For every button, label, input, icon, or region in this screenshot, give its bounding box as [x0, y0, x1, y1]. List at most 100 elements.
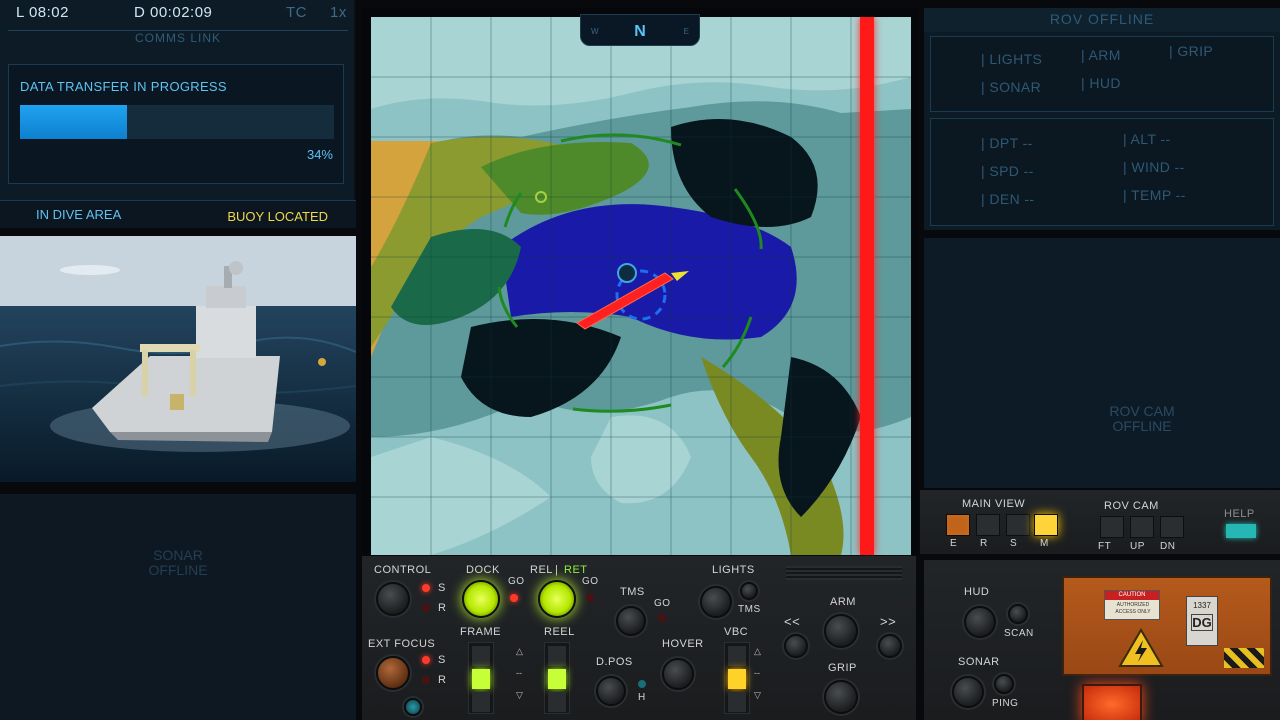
rov-readouts-box: | DPT -- | ALT -- | SPD -- | WIND -- | D…: [930, 118, 1274, 226]
ext-focus-s-label: S: [438, 654, 446, 666]
lights-knob[interactable]: [700, 586, 732, 618]
tms-go-label: GO: [654, 598, 671, 609]
tms-knob[interactable]: [616, 606, 646, 636]
view-r-label: R: [980, 538, 988, 549]
rel-ret-button[interactable]: [538, 580, 576, 618]
readout-density: | DEN --: [981, 191, 1035, 207]
buoy-status: BUOY LOCATED: [227, 209, 328, 224]
help-button[interactable]: [1226, 524, 1256, 538]
lights-tms-label: TMS: [738, 604, 761, 615]
caution-plate: CAUTION AUTHORIZED ACCESS ONLY 1337 DG: [1062, 576, 1272, 676]
ping-knob[interactable]: [994, 674, 1014, 694]
ship-scene-image: [0, 236, 356, 482]
dpos-h-led: [638, 680, 646, 688]
emergency-red-button[interactable]: [1082, 684, 1142, 720]
vbc-mid-dash: --: [754, 668, 760, 678]
readout-wind: | WIND --: [1123, 159, 1185, 175]
scan-knob[interactable]: [1008, 604, 1028, 624]
buoy-icon: [617, 263, 637, 283]
dock-label: DOCK: [466, 564, 500, 576]
readout-temperature: | TEMP --: [1123, 187, 1186, 203]
vbc-down-arrow: ▽: [754, 690, 761, 700]
ext-focus-label: EXT FOCUS: [368, 638, 436, 650]
rov-cam-ft-button[interactable]: [1100, 516, 1124, 538]
ext-focus-r-led: [422, 676, 430, 684]
arm-next-knob[interactable]: [878, 634, 902, 658]
dock-button[interactable]: [462, 580, 500, 618]
hover-knob[interactable]: [662, 658, 694, 690]
map-overlays: [497, 133, 763, 413]
lights-tms-knob[interactable]: [740, 582, 758, 600]
hud-knob[interactable]: [964, 606, 996, 638]
dive-area-status: IN DIVE AREA: [36, 207, 122, 222]
view-button-e[interactable]: [946, 514, 970, 536]
rov-cam-ft-label: FT: [1098, 541, 1112, 552]
caution-sticker-title: CAUTION: [1105, 591, 1159, 600]
id-tag: 1337 DG: [1186, 596, 1218, 646]
readout-altitude: | ALT --: [1123, 131, 1171, 147]
readout-speed: | SPD --: [981, 163, 1034, 179]
frame-toggle-mid: [472, 669, 490, 689]
frame-toggle-up: [472, 646, 490, 666]
view-button-s[interactable]: [1006, 514, 1030, 536]
arm-prev-knob[interactable]: [784, 634, 808, 658]
frame-down-arrow: ▽: [516, 690, 523, 700]
frame-toggle-down: [472, 692, 490, 712]
compass-east: E: [683, 27, 689, 36]
high-voltage-icon: [1118, 628, 1164, 667]
rov-cam-offline-line2: OFFLINE: [1112, 418, 1172, 434]
main-view-label: MAIN VIEW: [962, 498, 1026, 510]
frame-toggle[interactable]: [468, 642, 494, 714]
help-label: HELP: [1224, 508, 1255, 520]
rov-systems-box: | LIGHTS | ARM | GRIP | SONAR | HUD: [930, 36, 1274, 112]
reel-toggle[interactable]: [544, 642, 570, 714]
time-compression-label[interactable]: TC: [286, 4, 307, 21]
rov-cam-offline-text: ROV CAM OFFLINE: [1080, 404, 1204, 434]
ext-focus-small-knob[interactable]: [404, 698, 422, 716]
dpos-label: D.POS: [596, 656, 633, 668]
caution-sticker: CAUTION AUTHORIZED ACCESS ONLY: [1104, 590, 1160, 620]
dpos-knob[interactable]: [596, 676, 626, 706]
hover-label: HOVER: [662, 638, 704, 650]
grip-label: GRIP: [828, 662, 857, 674]
rel-go-led: [586, 594, 594, 602]
comms-link-title: COMMS LINK: [8, 30, 348, 46]
reel-toggle-mid: [548, 669, 566, 689]
ret-label: RET: [564, 564, 588, 576]
grip-knob[interactable]: [824, 680, 858, 714]
frame-label: FRAME: [460, 626, 501, 638]
reel-toggle-up: [548, 646, 566, 666]
rov-cam-up-button[interactable]: [1130, 516, 1154, 538]
hud-label: HUD: [964, 586, 990, 598]
arm-prev-label: <<: [784, 614, 801, 629]
data-transfer-percent: 34%: [306, 147, 333, 162]
main-view-panel: MAIN VIEW E R S M ROV CAM FT UP DN HELP: [920, 490, 1280, 554]
control-s-label: S: [438, 582, 446, 594]
vbc-toggle-down: [728, 692, 746, 712]
vbc-toggle[interactable]: [724, 642, 750, 714]
sonar-offline-panel: SONAR OFFLINE: [0, 494, 356, 720]
local-time: L 08:02: [16, 4, 69, 21]
vessel-control-panel: CONTROL S R EXT FOCUS S R DOCK GO REL | …: [362, 556, 916, 720]
rov-cam-dn-button[interactable]: [1160, 516, 1184, 538]
dpos-h-label: H: [638, 692, 646, 703]
arm-next-label: >>: [880, 614, 897, 629]
vessel-heading-tip: [671, 271, 689, 281]
caution-sticker-text: AUTHORIZED ACCESS ONLY: [1115, 602, 1151, 615]
view-button-r[interactable]: [976, 514, 1000, 536]
ext-focus-r-label: R: [438, 674, 447, 686]
bathymetry-map[interactable]: [371, 17, 911, 555]
vbc-up-arrow: △: [754, 646, 761, 656]
arm-knob[interactable]: [824, 614, 858, 648]
control-knob[interactable]: [376, 582, 410, 616]
sonar-knob[interactable]: [952, 676, 984, 708]
vent-grille: [786, 566, 902, 580]
time-speed[interactable]: 1x: [330, 4, 347, 21]
view-button-m[interactable]: [1034, 514, 1058, 536]
ext-focus-s-led: [422, 656, 430, 664]
rov-control-panel: HUD SCAN SONAR PING CAUTION AUTHORIZED A…: [924, 560, 1280, 720]
id-tag-number: 1337: [1193, 601, 1211, 610]
map-frame-edge: [362, 8, 366, 554]
ext-focus-knob[interactable]: [376, 656, 410, 690]
id-tag-code: DG: [1191, 614, 1213, 631]
